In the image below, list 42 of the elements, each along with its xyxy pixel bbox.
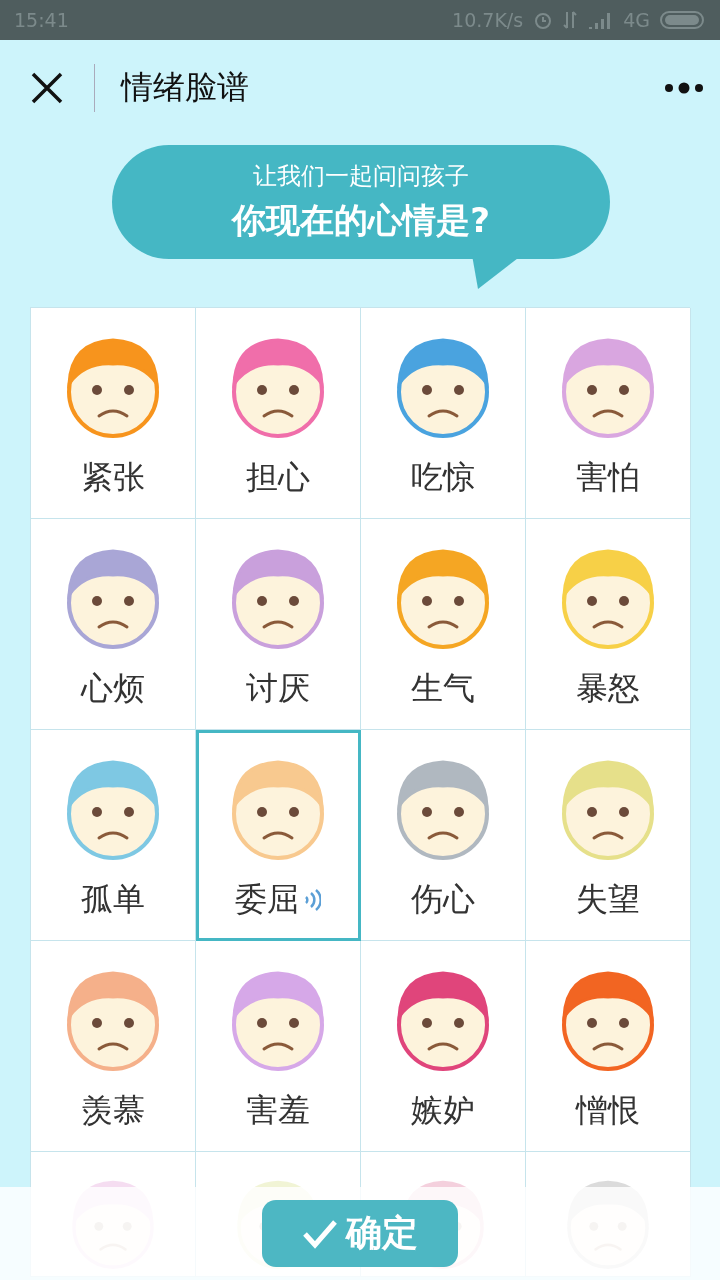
emotion-label: 吃惊 (411, 457, 475, 498)
emotion-label: 失望 (576, 879, 640, 920)
emotion-card[interactable]: 委屈 (196, 730, 361, 941)
emotion-card[interactable]: 心烦 (31, 519, 196, 730)
page-title: 情绪脸谱 (121, 66, 250, 108)
emotion-card[interactable]: 害怕 (526, 308, 691, 519)
emotion-card[interactable]: 害羞 (196, 941, 361, 1152)
emotion-card[interactable]: 伤心 (361, 730, 526, 941)
emotion-label: 心烦 (81, 668, 145, 709)
close-icon[interactable] (30, 70, 64, 105)
battery-icon (660, 10, 706, 30)
sound-icon (303, 888, 321, 912)
emotion-label: 暴怒 (576, 668, 640, 709)
more-menu-icon[interactable] (664, 81, 704, 94)
emotion-label: 羡慕 (81, 1090, 145, 1131)
emotion-label: 讨厌 (246, 668, 310, 709)
emotion-label: 害羞 (246, 1090, 310, 1131)
emotion-label: 伤心 (411, 879, 475, 920)
prompt-question: 你现在的心情是? (232, 199, 490, 242)
alarm-icon (533, 10, 554, 30)
emotion-label: 委屈 (235, 879, 299, 920)
emotion-card[interactable]: 讨厌 (196, 519, 361, 730)
emotion-label: 孤单 (81, 879, 145, 920)
emotion-card[interactable]: 羡慕 (31, 941, 196, 1152)
emotion-card[interactable]: 担心 (196, 308, 361, 519)
emotion-card[interactable]: 生气 (361, 519, 526, 730)
checkmark-icon (302, 1218, 338, 1249)
emotion-card[interactable]: 嫉妒 (361, 941, 526, 1152)
emotion-label: 嫉妒 (411, 1090, 475, 1131)
emotion-card[interactable]: 吃惊 (361, 308, 526, 519)
emotion-label: 生气 (411, 668, 475, 709)
emotion-card[interactable]: 憎恨 (526, 941, 691, 1152)
emotion-card[interactable]: 孤单 (31, 730, 196, 941)
emotion-label: 担心 (246, 457, 310, 498)
emotion-card[interactable]: 暴怒 (526, 519, 691, 730)
emotion-label: 害怕 (576, 457, 640, 498)
emotion-label: 紧张 (81, 457, 145, 498)
emotion-card[interactable]: 紧张 (31, 308, 196, 519)
data-transfer-icon (563, 10, 578, 30)
prompt-subtitle: 让我们一起问问孩子 (253, 161, 469, 192)
emotion-card[interactable]: 失望 (526, 730, 691, 941)
emotion-label: 憎恨 (576, 1090, 640, 1131)
